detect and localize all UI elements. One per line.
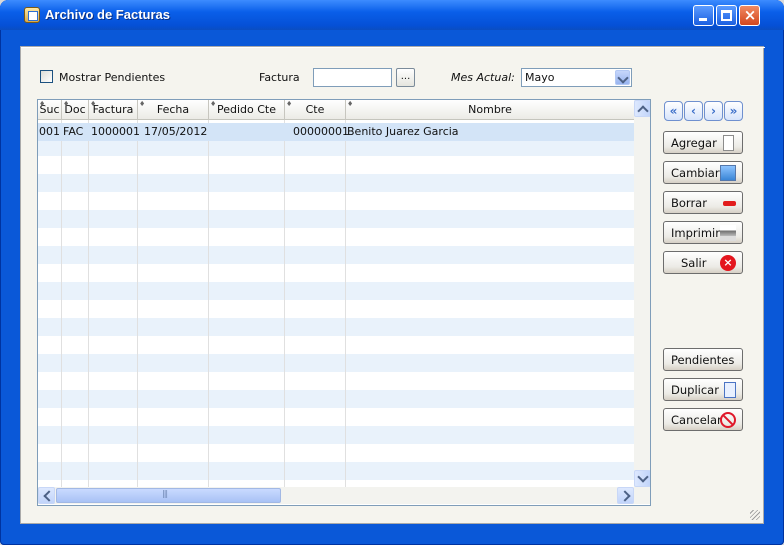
delete-button-label: Borrar (671, 196, 707, 210)
nav-first-button[interactable]: « (664, 101, 683, 121)
horizontal-scroll-thumb[interactable] (56, 488, 281, 503)
close-button[interactable]: × (739, 5, 760, 26)
nav-last-button[interactable]: » (724, 101, 743, 121)
invoice-lookup-button[interactable]: ... (396, 68, 415, 87)
minimize-icon (699, 18, 707, 21)
scroll-up-button[interactable] (634, 100, 650, 117)
nav-prev-button[interactable]: ‹ (684, 101, 703, 121)
delete-button[interactable]: Borrar (663, 191, 743, 214)
maximize-button[interactable] (716, 5, 737, 26)
cell-fecha: 17/05/2012 (144, 125, 208, 138)
chevron-down-icon[interactable] (615, 70, 630, 85)
window-title: Archivo de Facturas (45, 7, 170, 22)
pending-button[interactable]: Pendientes (663, 348, 743, 371)
show-pending-checkbox[interactable] (40, 70, 53, 83)
add-button-label: Agregar (671, 136, 717, 150)
horizontal-scrollbar[interactable] (38, 487, 634, 504)
scroll-left-button[interactable] (38, 487, 55, 504)
add-button[interactable]: Agregar (663, 131, 743, 154)
cell-suc: 001 (39, 125, 60, 138)
month-select[interactable]: Mayo (521, 68, 632, 87)
month-selected-value: Mayo (525, 71, 555, 84)
title-bar[interactable]: Archivo de Facturas × (0, 0, 784, 30)
resize-grip[interactable] (750, 510, 760, 520)
exit-button[interactable]: Salir × (663, 251, 743, 274)
print-button-label: Imprimir (671, 226, 720, 240)
edit-button-label: Cambiar (671, 166, 720, 180)
cancel-button-label: Cancelar (671, 413, 722, 427)
column-header-fecha[interactable]: Fecha (138, 100, 209, 120)
copy-icon (724, 382, 736, 398)
column-header-cte[interactable]: Cte (285, 100, 346, 120)
minus-icon (723, 201, 736, 206)
column-header-nombre[interactable]: Nombre (346, 100, 634, 120)
column-header-factura[interactable]: Factura (89, 100, 138, 120)
cell-cte: 00000001 (293, 125, 349, 138)
document-icon (723, 135, 734, 151)
table-header: Suc Doc Factura Fecha Pedido Cte Cte Nom… (38, 100, 634, 120)
column-header-doc[interactable]: Doc (62, 100, 89, 120)
nav-next-button[interactable]: › (704, 101, 723, 121)
month-label: Mes Actual: (451, 71, 515, 84)
scroll-right-button[interactable] (617, 487, 634, 504)
cancel-button[interactable]: Cancelar (663, 408, 743, 431)
invoice-label: Factura (259, 71, 300, 84)
maximize-icon (721, 10, 732, 21)
edit-button[interactable]: Cambiar (663, 161, 743, 184)
close-circle-icon: × (720, 255, 736, 271)
invoice-table[interactable]: Suc Doc Factura Fecha Pedido Cte Cte Nom… (37, 99, 651, 506)
invoice-window: Archivo de Facturas × Mostrar Pendientes… (0, 0, 784, 545)
column-header-suc[interactable]: Suc (38, 100, 62, 120)
no-entry-icon (720, 412, 736, 428)
picture-icon (720, 165, 736, 181)
app-icon (24, 7, 40, 23)
cell-nombre: Benito Juarez Garcia (347, 125, 459, 138)
duplicate-button-label: Duplicar (671, 383, 719, 397)
cell-factura: 1000001 (91, 125, 140, 138)
print-button[interactable]: Imprimir (663, 221, 743, 244)
minimize-button[interactable] (693, 5, 714, 26)
close-icon: × (743, 6, 757, 24)
duplicate-button[interactable]: Duplicar (663, 378, 743, 401)
pending-button-label: Pendientes (671, 353, 735, 367)
column-header-pedido-cte[interactable]: Pedido Cte (209, 100, 285, 120)
cell-doc: FAC (63, 125, 84, 138)
printer-icon (720, 225, 736, 241)
scroll-down-button[interactable] (634, 470, 650, 487)
exit-button-label: Salir (681, 256, 707, 270)
invoice-input[interactable] (313, 68, 392, 87)
client-area: Mostrar Pendientes Factura ... Mes Actua… (20, 46, 765, 524)
vertical-scrollbar[interactable] (634, 100, 650, 487)
show-pending-label: Mostrar Pendientes (59, 71, 166, 84)
